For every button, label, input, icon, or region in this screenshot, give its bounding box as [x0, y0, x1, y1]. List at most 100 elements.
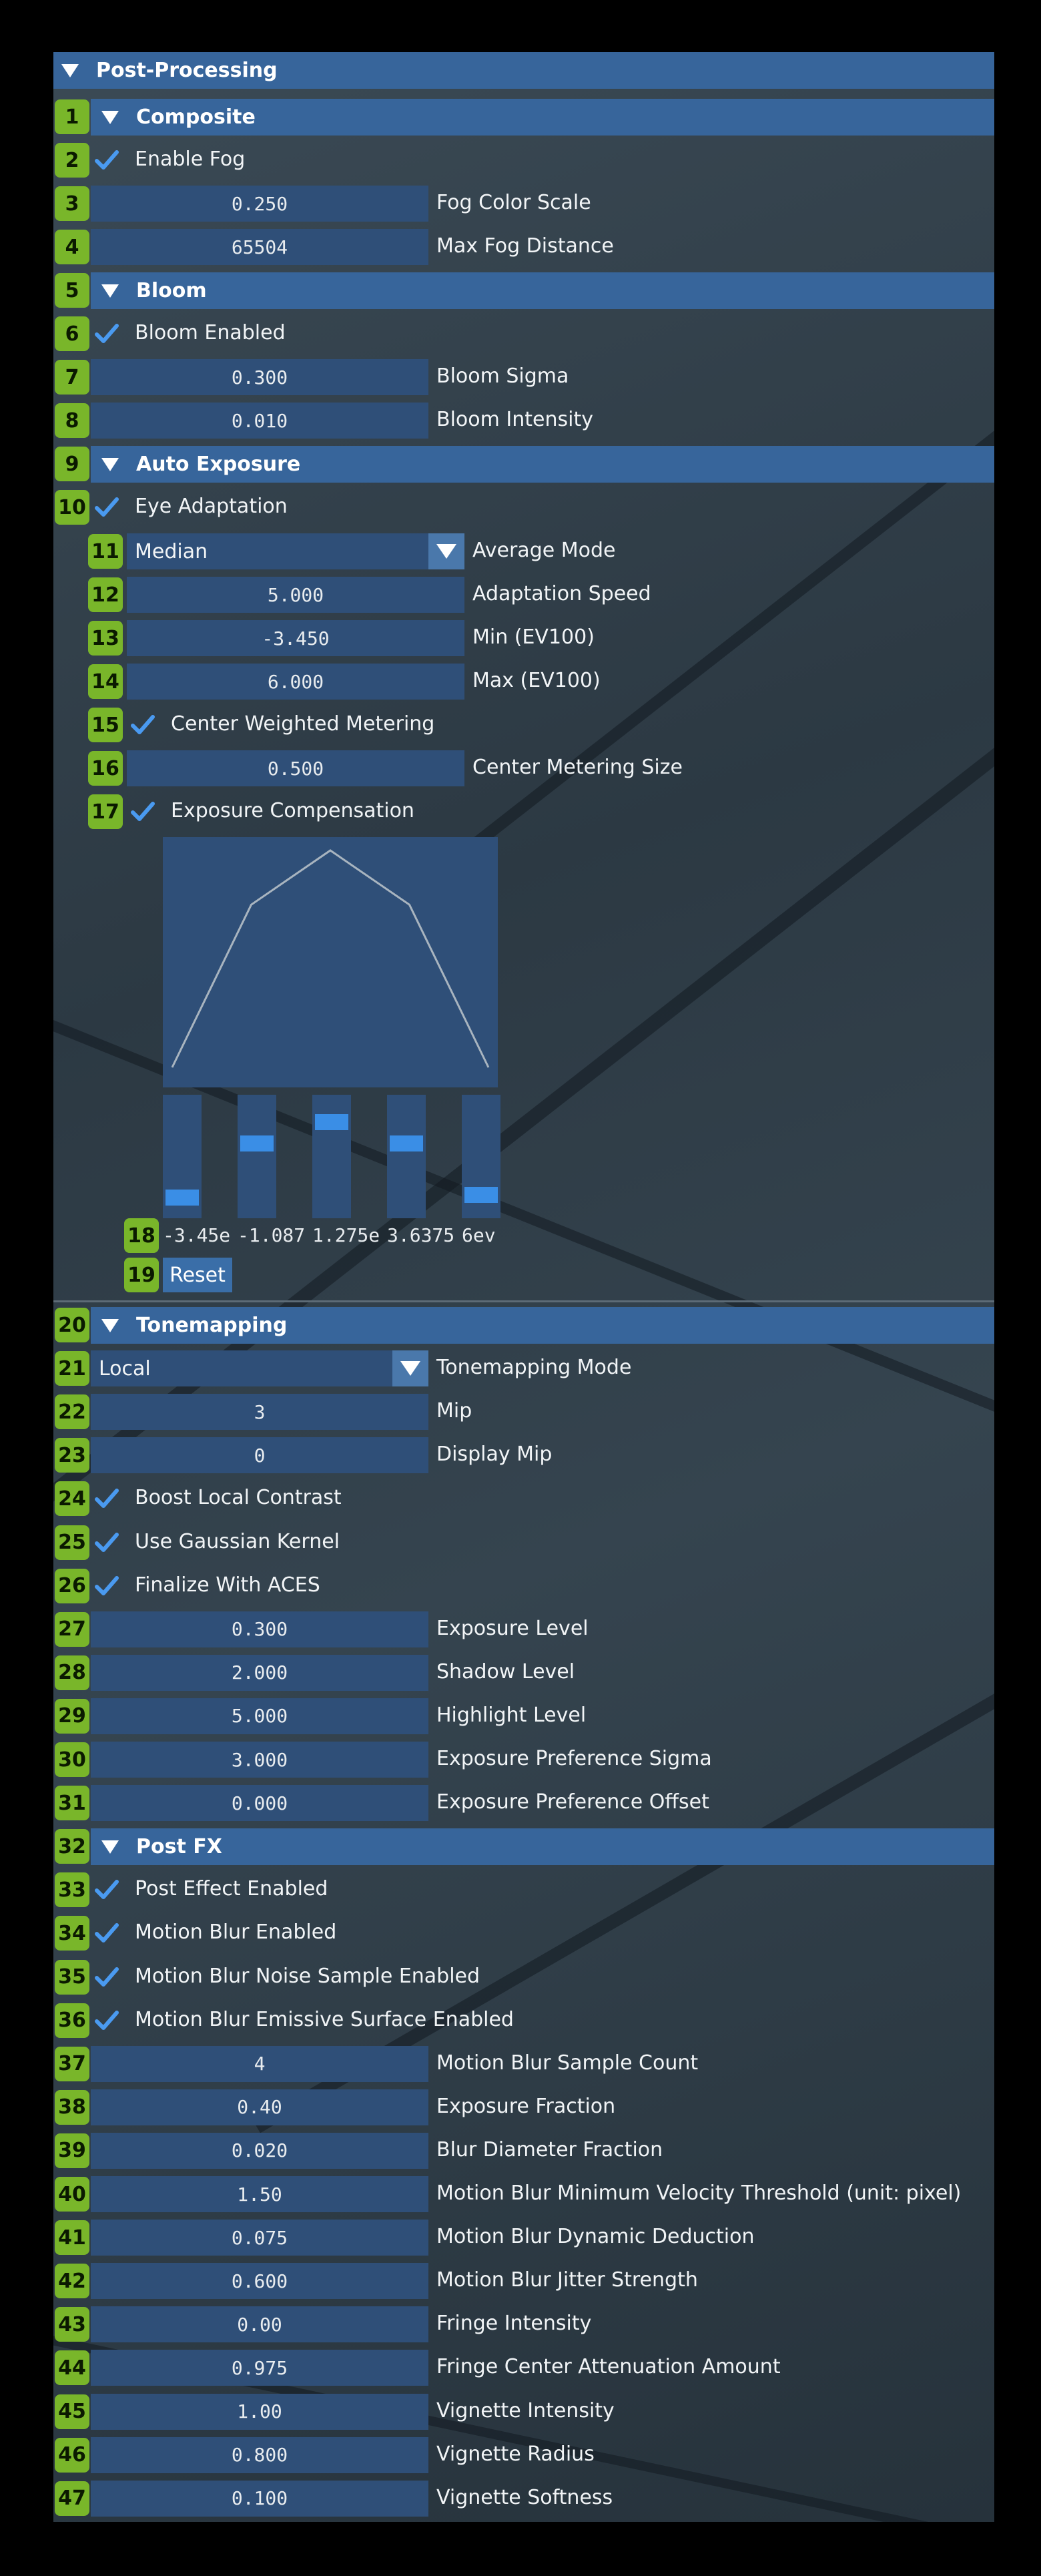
item-number-badge: 19	[124, 1258, 159, 1292]
dropdown-select[interactable]: Local	[91, 1350, 428, 1387]
chevron-down-icon[interactable]	[428, 533, 464, 569]
value-input[interactable]: 5.000	[127, 577, 464, 613]
value-input[interactable]: 6.000	[127, 664, 464, 700]
section-header-label: Auto Exposure	[136, 453, 301, 476]
value-input[interactable]: 0.800	[91, 2436, 428, 2473]
exposure-curve-graph[interactable]	[163, 837, 498, 1087]
item-number-badge: 45	[55, 2394, 89, 2429]
collapse-arrow-icon[interactable]	[101, 1840, 119, 1854]
checkmark-icon[interactable]	[92, 1528, 121, 1557]
field-label: Blur Diameter Fraction	[436, 2137, 663, 2161]
item-number-badge: 18	[124, 1218, 159, 1253]
collapse-arrow-icon[interactable]	[101, 457, 119, 471]
item-number-badge: 16	[88, 751, 123, 786]
value-input[interactable]: 0.975	[91, 2350, 428, 2386]
value-input[interactable]: 0.020	[91, 2132, 428, 2169]
field-label: Mip	[436, 1399, 472, 1423]
checkbox-label: Bloom Enabled	[135, 321, 286, 344]
checkmark-icon[interactable]	[92, 1918, 121, 1948]
value-input[interactable]: 0.600	[91, 2263, 428, 2300]
field-label: Vignette Radius	[436, 2442, 595, 2466]
post-processing-header[interactable]: Post-Processing	[53, 52, 994, 89]
checkmark-icon[interactable]	[92, 319, 121, 348]
dropdown-value: Median	[135, 539, 208, 563]
value-input[interactable]: 65504	[91, 229, 428, 265]
section-header-label: Post FX	[136, 1835, 222, 1859]
section-header-bloom[interactable]: Bloom	[91, 272, 994, 309]
value-input[interactable]: 1.00	[91, 2393, 428, 2430]
section-header-post-fx[interactable]: Post FX	[91, 1828, 994, 1866]
checkmark-icon[interactable]	[92, 146, 121, 175]
value-input[interactable]: 0.075	[91, 2220, 428, 2256]
chevron-down-icon[interactable]	[392, 1350, 428, 1387]
checkbox-label: Finalize With ACES	[135, 1573, 320, 1597]
checkbox-label: Use Gaussian Kernel	[135, 1529, 340, 1553]
slider-grab-handle[interactable]	[390, 1135, 423, 1152]
item-number-badge: 20	[55, 1308, 89, 1342]
collapse-arrow-icon[interactable]	[61, 63, 79, 77]
checkmark-icon[interactable]	[92, 493, 121, 522]
value-input[interactable]: -3.450	[127, 620, 464, 656]
value-input[interactable]: 0.300	[91, 1611, 428, 1647]
field-label: Tonemapping Mode	[436, 1356, 632, 1380]
item-number-badge: 21	[55, 1351, 89, 1386]
item-number-badge: 7	[55, 360, 89, 395]
field-label: Motion Blur Sample Count	[436, 2051, 699, 2075]
exposure-slider[interactable]	[312, 1095, 351, 1218]
item-number-badge: 46	[55, 2437, 89, 2473]
checkmark-icon[interactable]	[128, 797, 157, 826]
checkmark-icon[interactable]	[92, 1571, 121, 1601]
exposure-slider[interactable]	[238, 1095, 276, 1218]
exposure-slider[interactable]	[462, 1095, 500, 1218]
value-input[interactable]: 0	[91, 1437, 428, 1474]
checkmark-icon[interactable]	[92, 1484, 121, 1513]
post-processing-panel: Post-Processing 1 Composite 2 Enable Fog 3 0.…	[53, 52, 994, 2522]
exposure-slider[interactable]	[163, 1095, 202, 1218]
checkmark-icon[interactable]	[128, 710, 157, 740]
value-input[interactable]: 0.100	[91, 2480, 428, 2517]
collapse-arrow-icon[interactable]	[101, 110, 119, 124]
field-label: Average Mode	[472, 539, 616, 562]
value-input[interactable]: 5.000	[91, 1698, 428, 1734]
value-input[interactable]: 3.000	[91, 1742, 428, 1778]
checkmark-icon[interactable]	[92, 2006, 121, 2035]
collapse-arrow-icon[interactable]	[101, 1318, 119, 1332]
slider-grab-handle[interactable]	[240, 1135, 274, 1152]
checkmark-icon[interactable]	[92, 1963, 121, 1992]
value-input[interactable]: 0.000	[91, 1785, 428, 1822]
value-input[interactable]: 0.300	[91, 359, 428, 395]
checkmark-icon[interactable]	[92, 1875, 121, 1904]
value-input[interactable]: 1.50	[91, 2176, 428, 2212]
section-header-tonemapping[interactable]: Tonemapping	[91, 1307, 994, 1344]
reset-button[interactable]: Reset	[163, 1258, 232, 1292]
section-header-composite[interactable]: Composite	[91, 99, 994, 136]
item-number-badge: 36	[55, 2003, 89, 2038]
value-input[interactable]: 0.500	[127, 750, 464, 786]
item-number-badge: 1	[55, 99, 89, 134]
field-label: Exposure Level	[436, 1616, 589, 1640]
collapse-arrow-icon[interactable]	[101, 284, 119, 298]
value-input[interactable]: 0.40	[91, 2089, 428, 2125]
exposure-slider[interactable]	[387, 1095, 426, 1218]
value-input[interactable]: 0.00	[91, 2306, 428, 2343]
section-header-label: Composite	[136, 105, 256, 129]
value-input[interactable]: 3	[91, 1394, 428, 1431]
checkbox-label: Enable Fog	[135, 148, 246, 171]
field-label: Highlight Level	[436, 1703, 587, 1727]
item-number-badge: 35	[55, 1959, 89, 1995]
item-number-badge: 47	[55, 2481, 89, 2516]
field-label: Max (EV100)	[472, 669, 601, 692]
value-input[interactable]: 2.000	[91, 1654, 428, 1691]
field-label: Bloom Intensity	[436, 408, 593, 431]
slider-value-label: 3.6375	[387, 1224, 455, 1246]
value-input[interactable]: 0.010	[91, 403, 428, 439]
checkbox-label: Eye Adaptation	[135, 495, 288, 518]
value-input[interactable]: 0.250	[91, 186, 428, 222]
section-header-auto-exposure[interactable]: Auto Exposure	[91, 446, 994, 483]
slider-grab-handle[interactable]	[464, 1187, 498, 1204]
value-input[interactable]: 4	[91, 2045, 428, 2082]
slider-grab-handle[interactable]	[315, 1113, 348, 1130]
item-number-badge: 27	[55, 1611, 89, 1647]
slider-grab-handle[interactable]	[165, 1189, 199, 1206]
dropdown-select[interactable]: Median	[127, 533, 464, 569]
